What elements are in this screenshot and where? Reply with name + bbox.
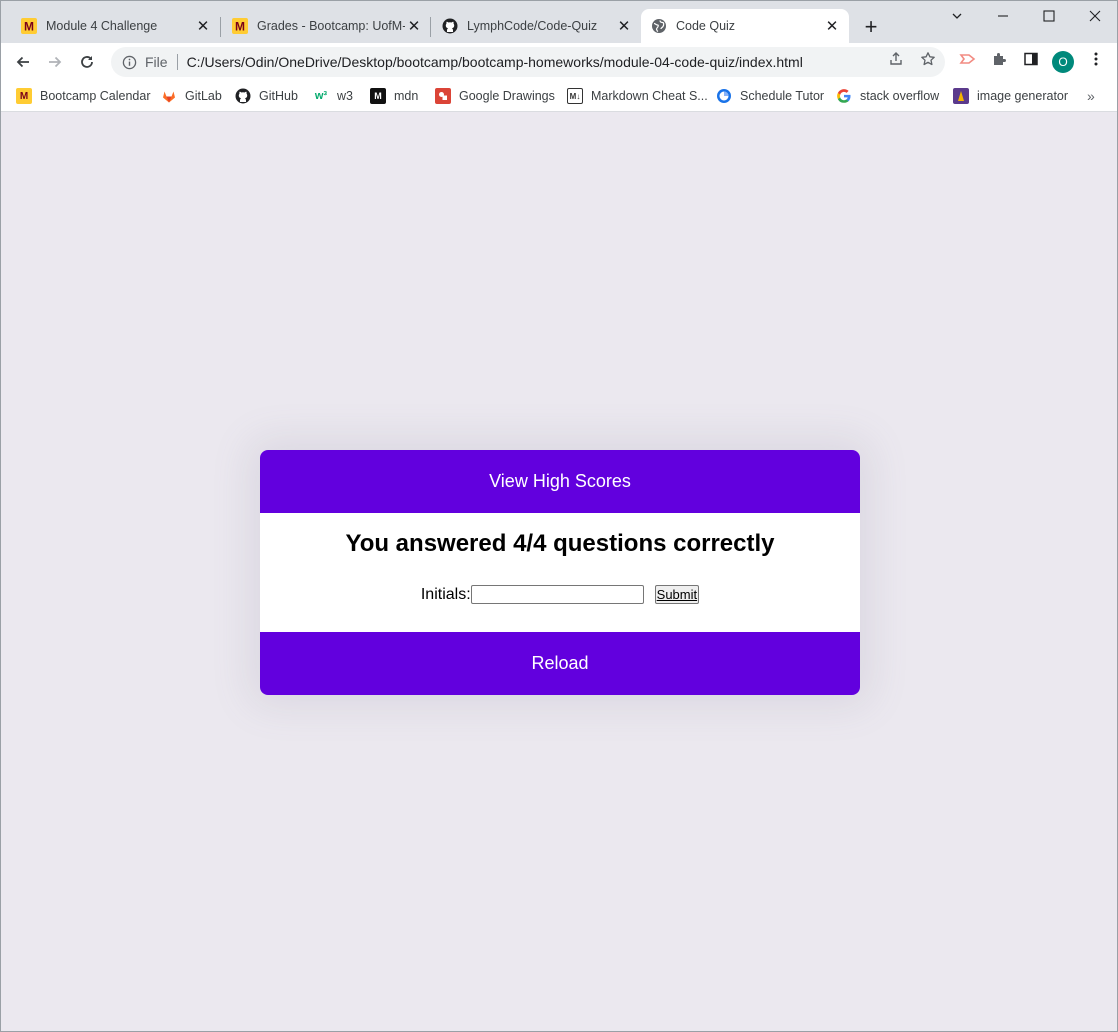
svg-text:M: M xyxy=(24,20,34,34)
schedule-icon xyxy=(716,88,732,104)
bookmark-label: stack overflow xyxy=(860,89,940,103)
address-url[interactable]: C:/Users/Odin/OneDrive/Desktop/bootcamp/… xyxy=(187,54,803,70)
result-heading: You answered 4/4 questions correctly xyxy=(345,530,775,557)
initials-label: Initials: xyxy=(420,585,471,603)
globe-icon xyxy=(651,18,667,34)
bookmark-schedule-tutor[interactable]: Schedule Tutor xyxy=(716,85,824,107)
bookmark-markdown-cheat-sheet[interactable]: M↓ Markdown Cheat S... xyxy=(567,85,708,107)
scheme-label: File xyxy=(145,54,168,70)
bookmark-label: Google Drawings xyxy=(459,89,555,103)
svg-text:M: M xyxy=(235,20,245,34)
reload-button[interactable]: Reload xyxy=(260,632,860,695)
tab-title: Module 4 Challenge xyxy=(46,19,158,33)
submit-button[interactable]: Submit xyxy=(654,585,700,604)
chevron-down-icon[interactable] xyxy=(934,1,980,31)
extensions-puzzle-icon[interactable] xyxy=(990,50,1008,68)
bookmark-label: GitLab xyxy=(185,89,222,103)
browser-window: M Module 4 Challenge ✕ M Grades - Bootca… xyxy=(0,0,1118,1032)
side-panel-icon[interactable] xyxy=(1022,50,1040,68)
tab-lymphcode-code-quiz[interactable]: LymphCode/Code-Quiz ✕ xyxy=(422,9,641,43)
bookmark-label: Bootcamp Calendar xyxy=(40,89,151,103)
google-icon xyxy=(836,88,852,104)
maximize-icon[interactable] xyxy=(1026,1,1072,31)
browser-toolbar: File C:/Users/Odin/OneDrive/Desktop/boot… xyxy=(1,43,1117,81)
initials-form: Initials: Submit xyxy=(260,585,860,604)
github-icon xyxy=(442,18,458,34)
result-panel: You answered 4/4 questions correctly Ini… xyxy=(260,513,860,632)
bookmark-mdn[interactable]: M mdn xyxy=(370,85,418,107)
tab-title: Grades - Bootcamp: UofM-VIRT xyxy=(257,19,405,33)
close-tab-icon[interactable]: ✕ xyxy=(194,17,212,35)
close-window-icon[interactable] xyxy=(1072,1,1117,31)
forward-arrow-icon[interactable] xyxy=(41,48,69,76)
markdown-icon: M↓ xyxy=(567,88,583,104)
share-icon[interactable] xyxy=(887,50,905,68)
close-tab-icon[interactable]: ✕ xyxy=(405,17,423,35)
new-tab-button[interactable]: + xyxy=(859,14,883,39)
menu-kebab-icon[interactable] xyxy=(1087,50,1105,68)
back-arrow-icon[interactable] xyxy=(9,48,37,76)
info-icon[interactable] xyxy=(121,54,137,70)
initials-input[interactable] xyxy=(470,585,644,604)
tab-title: LymphCode/Code-Quiz xyxy=(467,19,598,33)
tab-strip: M Module 4 Challenge ✕ M Grades - Bootca… xyxy=(1,1,1117,43)
bookmark-label: mdn xyxy=(394,89,419,103)
mdn-icon: M xyxy=(370,88,386,104)
w3-icon: w³ xyxy=(314,90,328,102)
view-high-scores-button[interactable]: View High Scores xyxy=(260,450,860,513)
bookmark-bootcamp-calendar[interactable]: M Bootcamp Calendar xyxy=(16,85,150,107)
bookmark-label: GitHub xyxy=(259,89,298,103)
bookmark-stack-overflow[interactable]: stack overflow xyxy=(836,85,939,107)
bookmark-w3[interactable]: w³ w3 xyxy=(313,85,353,107)
umn-icon: M xyxy=(21,18,37,34)
umn-icon: M xyxy=(232,18,248,34)
quiz-card: View High Scores You answered 4/4 questi… xyxy=(260,450,860,695)
tab-module-4-challenge[interactable]: M Module 4 Challenge ✕ xyxy=(1,9,220,43)
bookmark-label: Schedule Tutor xyxy=(740,89,825,103)
minimize-icon[interactable] xyxy=(980,1,1026,31)
extension-pink-icon[interactable] xyxy=(958,50,976,68)
umn-icon: M xyxy=(16,88,32,104)
gitlab-icon xyxy=(161,88,177,104)
bookmark-google-drawings[interactable]: Google Drawings xyxy=(435,85,555,107)
reload-icon[interactable] xyxy=(73,48,101,76)
address-divider xyxy=(176,54,178,70)
page-viewport: View High Scores You answered 4/4 questi… xyxy=(1,113,1117,1031)
close-tab-icon[interactable]: ✕ xyxy=(615,17,633,35)
bookmark-image-generator[interactable]: image generator xyxy=(953,85,1068,107)
bookmark-label: w3 xyxy=(337,89,353,103)
tab-grades-bootcamp[interactable]: M Grades - Bootcamp: UofM-VIRT ✕ xyxy=(212,9,431,43)
address-bar[interactable]: File C:/Users/Odin/OneDrive/Desktop/boot… xyxy=(111,47,945,77)
star-icon[interactable] xyxy=(919,50,937,68)
drawings-icon xyxy=(435,88,451,104)
profile-avatar[interactable]: O xyxy=(1052,51,1074,73)
close-tab-icon[interactable]: ✕ xyxy=(823,17,841,35)
bookmarks-more-button[interactable]: » xyxy=(1087,88,1095,104)
bookmark-github[interactable]: GitHub xyxy=(235,85,298,107)
github-icon xyxy=(235,88,251,104)
bookmarks-bar: M Bootcamp Calendar GitLab GitHub w³ w3 … xyxy=(1,81,1117,112)
bookmark-label: image generator xyxy=(977,89,1069,103)
bookmark-label: Markdown Cheat S... xyxy=(591,89,708,103)
tab-code-quiz[interactable]: Code Quiz ✕ xyxy=(641,9,849,43)
tab-title: Code Quiz xyxy=(676,19,736,33)
bookmark-gitlab[interactable]: GitLab xyxy=(161,85,222,107)
image-gen-icon xyxy=(953,88,969,104)
